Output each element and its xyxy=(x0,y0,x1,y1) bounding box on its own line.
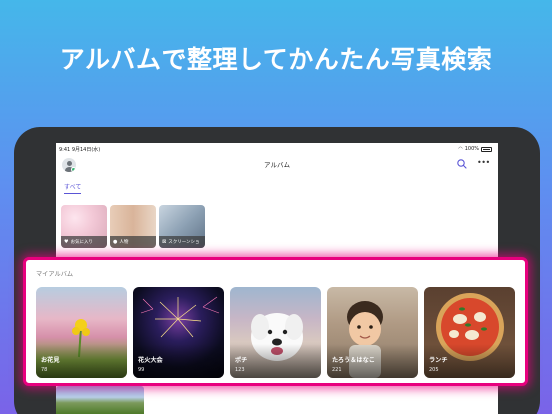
category-bar: ♥ お気に入り xyxy=(61,236,107,248)
wifi-icon: ◠ xyxy=(458,146,463,152)
album-name: ポチ xyxy=(235,357,248,364)
more-icon[interactable]: ••• xyxy=(477,158,490,170)
screenshot-icon: ⊠ xyxy=(162,239,167,245)
heart-icon: ♥ xyxy=(64,239,69,245)
category-screenshots[interactable]: ⊠ スクリーンショ xyxy=(159,205,205,248)
background-photo[interactable] xyxy=(56,386,144,414)
album-count: 221 xyxy=(332,367,342,373)
album-count: 123 xyxy=(235,367,245,373)
album-hanabi[interactable]: 花火大会 99 xyxy=(133,287,224,378)
album-count: 205 xyxy=(429,367,439,373)
status-bar: 9:41 9月14日(水) ◠ 100% xyxy=(56,143,498,155)
album-taro-hanako[interactable]: たろう＆はなこ 221 xyxy=(327,287,418,378)
tab-all[interactable]: すべて xyxy=(64,182,82,194)
category-bar: ⊠ スクリーンショ xyxy=(159,236,205,248)
person-icon: ● xyxy=(113,239,118,245)
battery-icon xyxy=(481,146,492,152)
album-name: たろう＆はなこ xyxy=(332,357,375,364)
my-albums-label: マイアルバム xyxy=(36,271,74,278)
album-lunch[interactable]: ランチ 205 xyxy=(424,287,515,378)
status-time: 9:41 9月14日(水) xyxy=(59,147,101,153)
category-favorites[interactable]: ♥ お気に入り xyxy=(61,205,107,248)
category-label: 人物 xyxy=(119,240,129,245)
search-icon[interactable] xyxy=(456,158,468,170)
page-title: アルバム xyxy=(264,161,290,169)
album-name: 花火大会 xyxy=(138,357,163,364)
album-ohanami[interactable]: お花見 78 xyxy=(36,287,127,378)
nav-bar: アルバム ••• xyxy=(56,155,498,179)
album-name: ランチ xyxy=(429,357,448,364)
category-bar: ● 人物 xyxy=(110,236,156,248)
status-right: ◠ 100% xyxy=(458,146,492,152)
category-label: スクリーンショ xyxy=(168,240,200,245)
album-count: 99 xyxy=(138,367,145,373)
category-people[interactable]: ● 人物 xyxy=(110,205,156,248)
battery-percent: 100% xyxy=(464,146,479,152)
category-label: お気に入り xyxy=(70,240,93,245)
album-pochi[interactable]: ポチ 123 xyxy=(230,287,321,378)
album-name: お花見 xyxy=(41,357,60,364)
headline: アルバムで整理してかんたん写真検索 xyxy=(59,45,493,74)
album-count: 78 xyxy=(41,367,48,373)
